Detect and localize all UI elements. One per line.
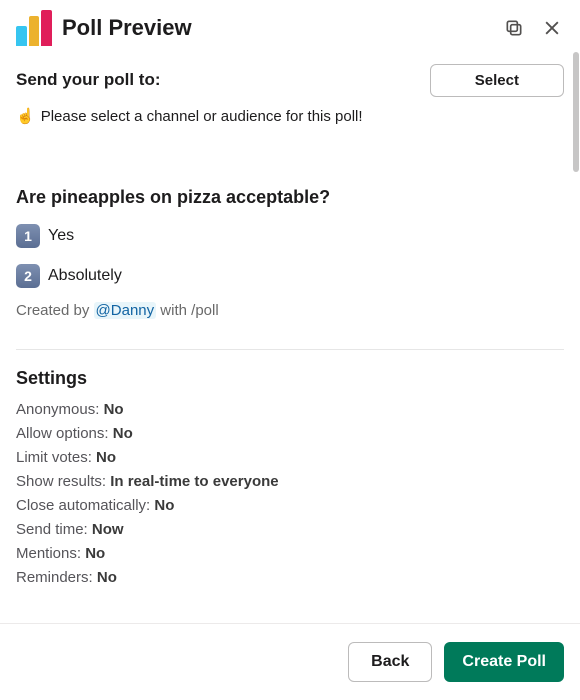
created-by-prefix: Created by — [16, 302, 94, 319]
created-by-suffix: with /poll — [156, 302, 219, 319]
setting-row: Close automatically: No — [16, 497, 564, 514]
setting-value: No — [113, 425, 133, 442]
create-poll-button[interactable]: Create Poll — [444, 642, 564, 682]
select-hint: ☝️ Please select a channel or audience f… — [16, 107, 564, 125]
send-row: Send your poll to: Select — [16, 64, 564, 97]
created-by-user-link[interactable]: @Danny — [94, 302, 157, 319]
setting-value: Now — [92, 521, 124, 538]
setting-label: Anonymous: — [16, 401, 99, 418]
setting-label: Mentions: — [16, 545, 81, 562]
scrollbar-thumb[interactable] — [573, 52, 579, 172]
modal-footer: Back Create Poll — [0, 623, 580, 700]
divider — [16, 349, 564, 350]
setting-value: No — [97, 569, 117, 586]
poll-option: 2 Absolutely — [16, 264, 564, 288]
setting-label: Show results: — [16, 473, 106, 490]
setting-row: Send time: Now — [16, 521, 564, 538]
setting-label: Limit votes: — [16, 449, 92, 466]
setting-row: Reminders: No — [16, 569, 564, 586]
modal-title: Poll Preview — [62, 15, 492, 41]
setting-label: Send time: — [16, 521, 88, 538]
option-label: Absolutely — [48, 267, 122, 285]
setting-label: Allow options: — [16, 425, 109, 442]
header-actions — [502, 16, 564, 40]
copy-icon[interactable] — [502, 16, 526, 40]
app-icon — [16, 10, 52, 46]
pointing-up-icon: ☝️ — [16, 107, 35, 125]
created-by: Created by @Danny with /poll — [16, 302, 564, 319]
close-icon[interactable] — [540, 16, 564, 40]
select-audience-button[interactable]: Select — [430, 64, 564, 97]
poll-preview-modal: Poll Preview Send your poll to: Select ☝ — [0, 0, 580, 700]
setting-value: No — [154, 497, 174, 514]
settings-title: Settings — [16, 368, 564, 389]
send-label: Send your poll to: — [16, 64, 161, 90]
modal-content: Send your poll to: Select ☝️ Please sele… — [0, 50, 580, 623]
setting-row: Anonymous: No — [16, 401, 564, 418]
option-number-icon: 2 — [16, 264, 40, 288]
poll-question: Are pineapples on pizza acceptable? — [16, 187, 564, 208]
setting-row: Allow options: No — [16, 425, 564, 442]
option-label: Yes — [48, 227, 74, 245]
setting-value: No — [96, 449, 116, 466]
setting-label: Reminders: — [16, 569, 93, 586]
setting-row: Limit votes: No — [16, 449, 564, 466]
back-button[interactable]: Back — [348, 642, 432, 682]
option-number-icon: 1 — [16, 224, 40, 248]
poll-option: 1 Yes — [16, 224, 564, 248]
setting-value: No — [104, 401, 124, 418]
select-hint-text: Please select a channel or audience for … — [41, 108, 363, 125]
setting-row: Mentions: No — [16, 545, 564, 562]
setting-value: In real-time to everyone — [110, 473, 278, 490]
modal-header: Poll Preview — [0, 0, 580, 50]
setting-row: Show results: In real-time to everyone — [16, 473, 564, 490]
setting-value: No — [85, 545, 105, 562]
setting-label: Close automatically: — [16, 497, 150, 514]
